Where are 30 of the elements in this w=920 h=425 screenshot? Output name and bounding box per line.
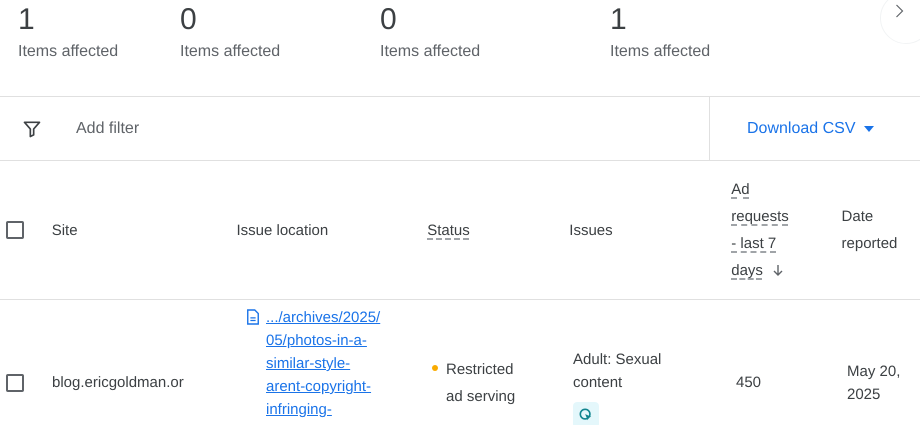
ad-requests-cell-text: 450 [736,372,762,393]
checkbox[interactable] [6,221,24,239]
chevron-right-icon [895,3,904,19]
column-header[interactable]: Date reported [842,203,912,257]
column-header[interactable]: Issue location [236,216,328,244]
issues-cell-text: Adult: Sexual content [573,350,662,393]
date-cell-text: May 20, 2025 [847,362,902,405]
checkbox[interactable] [6,374,24,392]
count-label: Items affected [180,42,280,62]
column-header[interactable]: Ad requests - last 7 days [731,176,794,284]
count-label: Items affected [18,42,118,62]
filter-icon[interactable] [22,118,42,138]
dropdown-caret-icon [864,126,874,132]
item-count: 1 [18,2,35,38]
document-icon [246,309,260,325]
download-csv-button[interactable]: Download CSV [747,116,874,140]
site-cell-text: blog.ericgoldman.or [52,372,185,393]
filter-field[interactable]: Add filter [76,116,709,140]
item-count: 0 [380,2,397,38]
column-header[interactable]: Issues [569,216,613,244]
policy-icon[interactable] [573,402,599,425]
count-label: Items affected [610,42,710,62]
column-header[interactable]: Site [52,216,78,244]
count-label: Items affected [380,42,480,62]
issue-location-link[interactable]: .../archives/2025/05/photos-in-a-similar-style-arent-copyright-infringing- [266,306,388,421]
sort-down-icon[interactable] [772,264,784,276]
status-cell-text: Restricted ad serving [446,360,516,407]
item-count: 1 [610,2,627,38]
item-count: 0 [180,2,197,38]
column-header[interactable]: Status [427,216,470,244]
